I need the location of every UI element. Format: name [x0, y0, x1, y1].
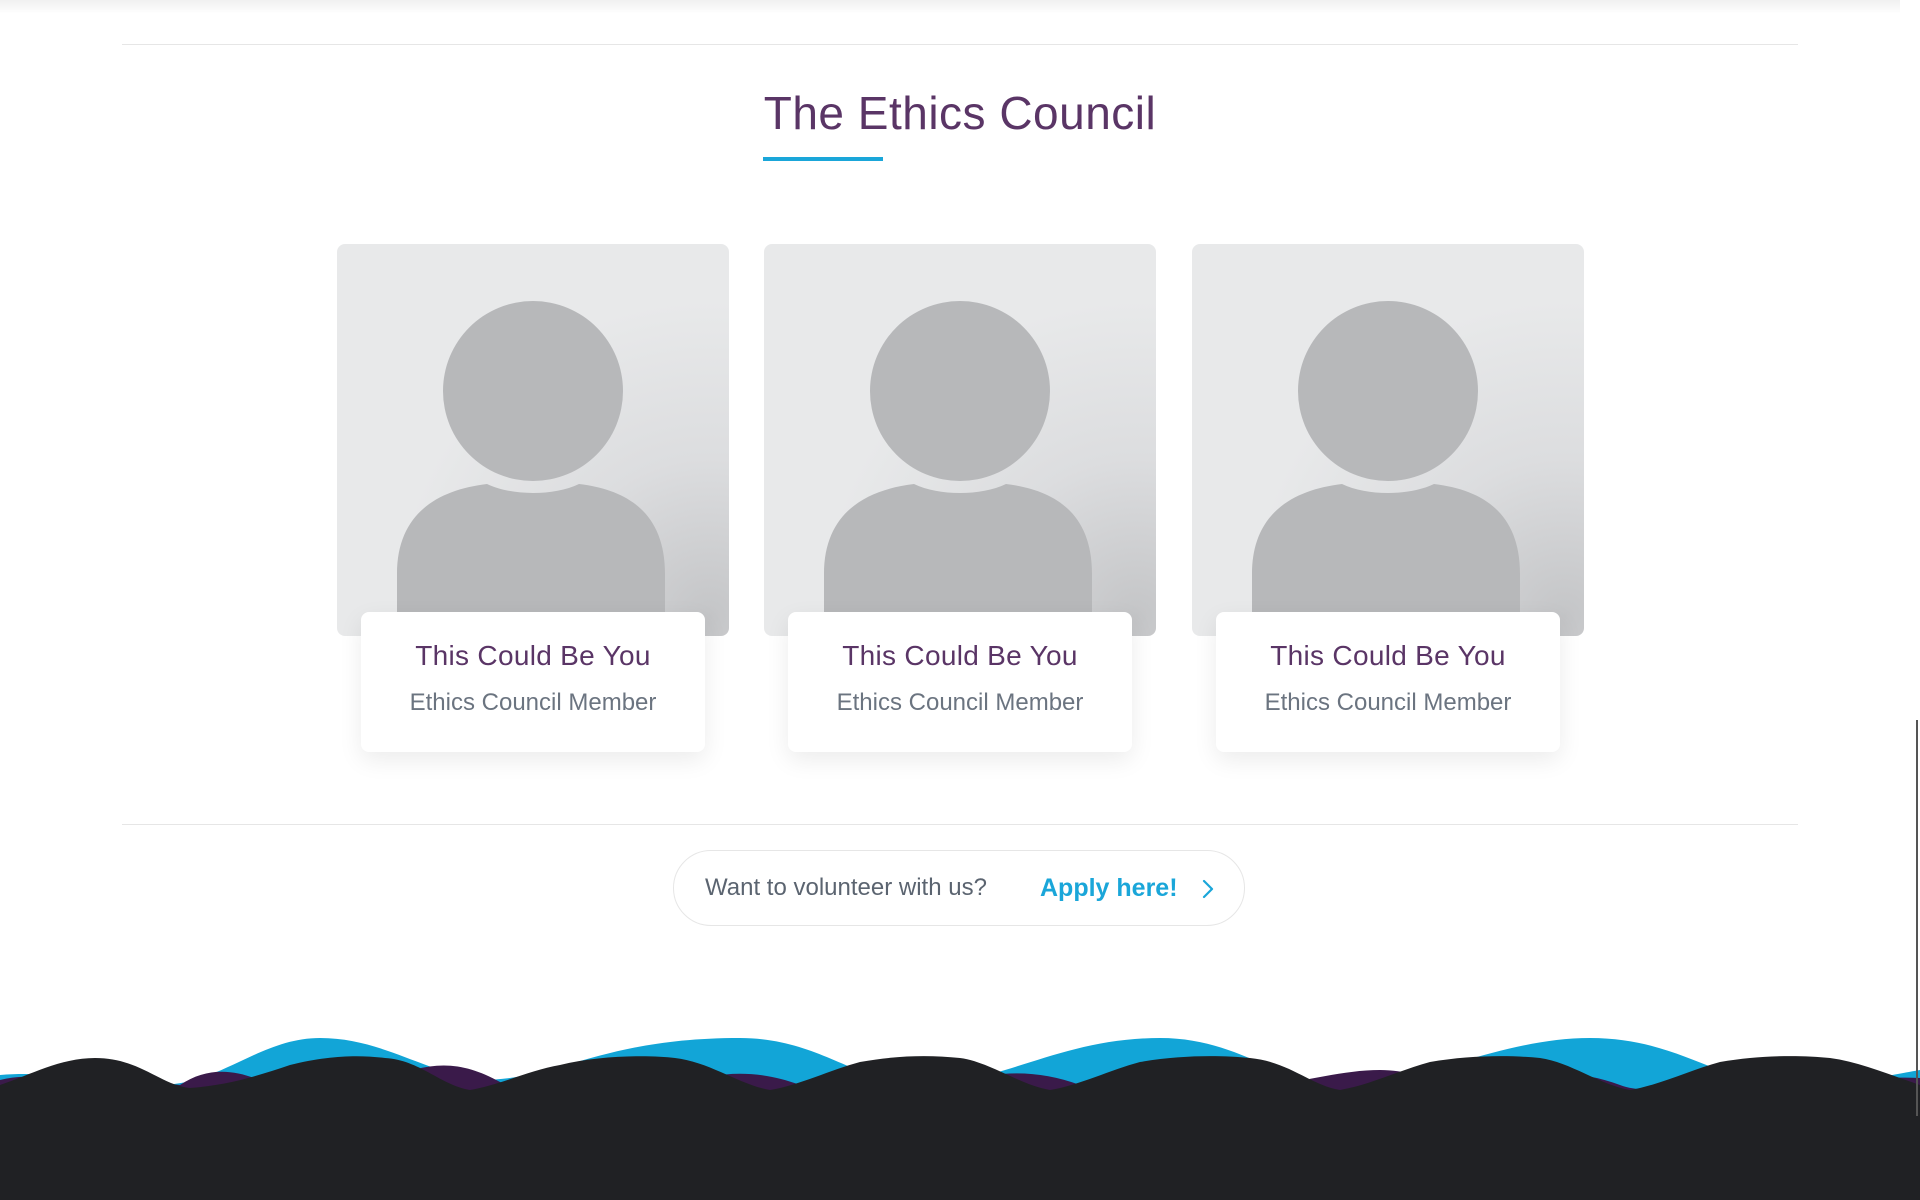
member-card: This Could Be You Ethics Council Member	[764, 244, 1156, 756]
avatar	[1192, 244, 1584, 636]
member-info: This Could Be You Ethics Council Member	[1216, 612, 1560, 752]
member-card: This Could Be You Ethics Council Member	[337, 244, 729, 756]
member-role: Ethics Council Member	[409, 689, 657, 716]
title-underline	[763, 157, 883, 161]
member-name: This Could Be You	[415, 640, 651, 671]
member-info: This Could Be You Ethics Council Member	[788, 612, 1132, 752]
avatar	[764, 244, 1156, 636]
member-info: This Could Be You Ethics Council Member	[361, 612, 705, 752]
page: The Ethics Council This Could Be You Eth…	[0, 0, 1920, 1200]
bottom-divider	[122, 824, 1798, 825]
footer-waves	[0, 1038, 1920, 1200]
apply-here-link[interactable]: Apply here!	[1040, 874, 1178, 903]
member-name: This Could Be You	[842, 640, 1078, 671]
chevron-right-icon[interactable]	[1198, 877, 1218, 901]
member-role: Ethics Council Member	[1264, 689, 1512, 716]
header-shadow	[0, 0, 1900, 14]
top-divider	[122, 44, 1798, 45]
member-card: This Could Be You Ethics Council Member	[1192, 244, 1584, 756]
avatar	[337, 244, 729, 636]
person-placeholder-icon	[1252, 301, 1520, 636]
cta-text: Want to volunteer with us?	[705, 874, 987, 901]
member-name: This Could Be You	[1270, 640, 1506, 671]
person-placeholder-icon	[824, 301, 1092, 636]
scrollbar[interactable]	[1916, 720, 1918, 1116]
person-placeholder-icon	[397, 301, 665, 636]
member-role: Ethics Council Member	[836, 689, 1084, 716]
volunteer-cta: Want to volunteer with us? Apply here!	[673, 850, 1245, 926]
section-title: The Ethics Council	[763, 87, 1157, 139]
